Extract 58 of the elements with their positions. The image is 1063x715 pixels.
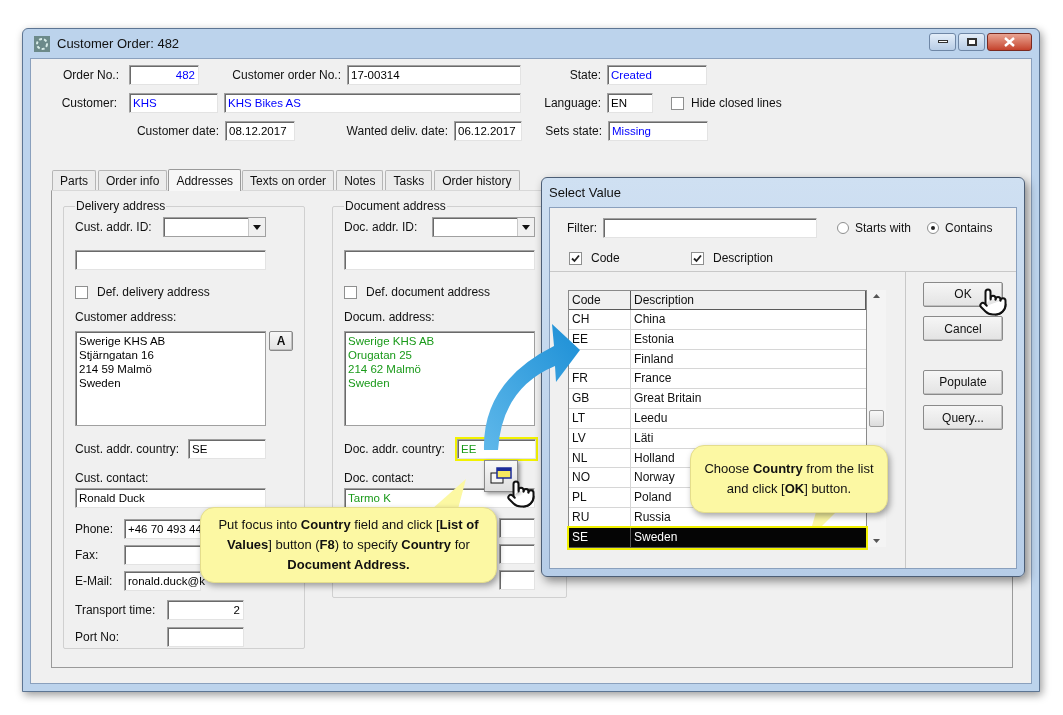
field-label: Def. delivery address	[97, 285, 210, 299]
table-cell: China	[631, 310, 866, 330]
table-cell: PL	[569, 488, 631, 508]
table-cell: FR	[569, 369, 631, 390]
field-label: Hide closed lines	[691, 96, 782, 110]
address-line: Sweden	[348, 376, 391, 390]
table-cell: Estonia	[631, 329, 866, 350]
dialog-title: Select Value	[549, 183, 622, 202]
field-label: Language:	[543, 96, 601, 110]
table-cell: Finland	[631, 349, 866, 370]
field-label: Doc. addr. ID:	[344, 220, 419, 234]
callout-text: Put focus into Country field and click [List of Values] button (F8) to specify Country for Document Address.	[217, 516, 480, 574]
field-label: Starts with	[855, 221, 911, 235]
field-label: Description	[713, 251, 774, 265]
field-label: Docum. address:	[344, 310, 435, 324]
field-label: Cust. addr. ID:	[75, 220, 153, 234]
table-cell: CH	[569, 310, 631, 330]
table-cell: France	[631, 369, 866, 390]
table-cell: Leedu	[631, 409, 866, 429]
field-label: State:	[568, 68, 601, 82]
address-line: Swerige KHS AB	[348, 334, 436, 348]
table-cell: NO	[569, 468, 631, 489]
field-label: Customer:	[60, 96, 117, 110]
window-title: Customer Order: 482	[57, 34, 180, 53]
field-label: Customer address:	[75, 310, 177, 324]
field-label: Port No:	[75, 630, 120, 644]
field-label: Fax:	[75, 548, 100, 562]
field-label: Customer date:	[135, 124, 219, 138]
group-title: Delivery address	[75, 199, 167, 213]
field-label: Customer order No.:	[231, 68, 341, 82]
field-label: Def. document address	[366, 285, 491, 299]
field-label: Transport time:	[75, 603, 157, 617]
field-label: Cust. addr. country:	[75, 442, 181, 456]
field-label: E-Mail:	[75, 574, 114, 588]
address-line: 214 62 Malmö	[348, 362, 422, 376]
field-label: Cust. contact:	[75, 471, 149, 485]
table-cell: Great Britain	[631, 389, 866, 409]
address-line: Swerige KHS AB	[79, 334, 167, 348]
table-cell: LT	[569, 409, 631, 429]
field-label: Filter:	[567, 221, 598, 235]
table-cell: NL	[569, 448, 631, 469]
table-cell: Sweden	[631, 527, 866, 548]
field-label: Contains	[945, 221, 993, 235]
address-line: 214 59 Malmö	[79, 362, 153, 376]
field-label: Wanted deliv. date:	[345, 124, 448, 138]
field-label: Doc. addr. country:	[344, 442, 446, 456]
field-label: Sets state:	[544, 124, 602, 138]
field-label: Order No.:	[62, 68, 119, 82]
group-title: Document address	[344, 199, 447, 213]
field-label: Doc. contact:	[344, 471, 415, 485]
field-label: Phone:	[75, 522, 115, 536]
address-line: Orugatan 25	[348, 348, 413, 362]
table-cell: SE	[569, 527, 631, 548]
field-label: Code	[591, 251, 620, 265]
address-line: Sweden	[79, 376, 122, 390]
table-cell: LV	[569, 428, 631, 449]
table-cell: GB	[569, 389, 631, 409]
address-line: Stjärngatan 16	[79, 348, 155, 362]
